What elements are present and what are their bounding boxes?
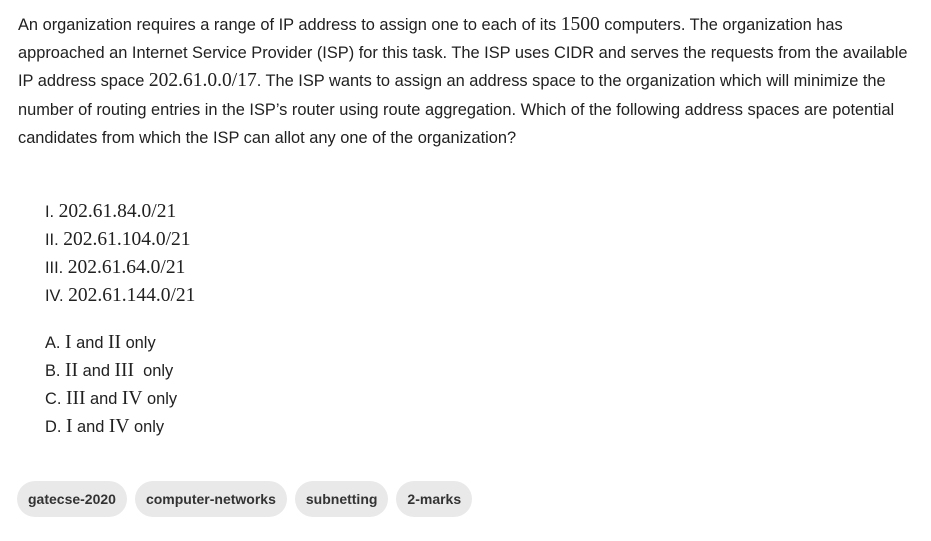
option-connector: and	[72, 418, 109, 436]
tag-list: gatecse-2020 computer-networks subnettin…	[17, 481, 473, 517]
option-term: II	[65, 360, 79, 381]
option-term: IV	[121, 388, 143, 409]
option-d[interactable]: D. I and IV only	[45, 413, 177, 441]
address-space: 202.61.0.0/17	[148, 70, 257, 92]
tag-computer-networks[interactable]: computer-networks	[134, 481, 287, 517]
option-term: III	[114, 360, 134, 381]
option-term: II	[108, 332, 122, 353]
tag-gatecse-2020[interactable]: gatecse-2020	[17, 481, 127, 517]
option-letter: D.	[45, 418, 66, 436]
option-suffix: only	[134, 362, 174, 380]
option-term: IV	[108, 416, 130, 437]
computer-count: 1500	[560, 14, 600, 35]
statement-item: I. 202.61.84.0/21	[45, 198, 195, 226]
statement-value: 202.61.104.0/21	[63, 229, 191, 250]
option-c[interactable]: C. III and IV only	[45, 385, 177, 413]
tag-2-marks[interactable]: 2-marks	[396, 481, 473, 517]
tag-subnetting[interactable]: subnetting	[294, 481, 389, 517]
statement-list: I. 202.61.84.0/21 II. 202.61.104.0/21 II…	[45, 198, 195, 310]
option-suffix: only	[121, 334, 156, 352]
statement-label: IV.	[45, 287, 69, 305]
option-b[interactable]: B. II and III only	[45, 357, 177, 385]
statement-value: 202.61.84.0/21	[58, 201, 177, 222]
option-connector: and	[78, 362, 115, 380]
statement-label: I.	[45, 203, 59, 221]
statement-value: 202.61.144.0/21	[68, 285, 196, 306]
statement-label: II.	[45, 231, 64, 249]
option-suffix: only	[142, 390, 178, 408]
option-a[interactable]: A. I and II only	[45, 329, 177, 357]
statement-label: III.	[45, 259, 68, 277]
statement-item: II. 202.61.104.0/21	[45, 226, 195, 254]
answer-options: A. I and II only B. II and III only C. I…	[45, 329, 177, 441]
question-text: An organization requires a range of IP a…	[18, 11, 913, 152]
statement-item: IV. 202.61.144.0/21	[45, 282, 195, 310]
option-letter: C.	[45, 390, 66, 408]
statement-value: 202.61.64.0/21	[67, 257, 186, 278]
question-segment: An organization requires a range of IP a…	[18, 16, 561, 34]
option-letter: B.	[45, 362, 66, 380]
statement-item: III. 202.61.64.0/21	[45, 254, 195, 282]
option-term: III	[65, 388, 86, 409]
option-connector: and	[85, 390, 122, 408]
option-connector: and	[71, 334, 109, 352]
option-suffix: only	[129, 418, 165, 436]
option-letter: A.	[45, 334, 66, 352]
